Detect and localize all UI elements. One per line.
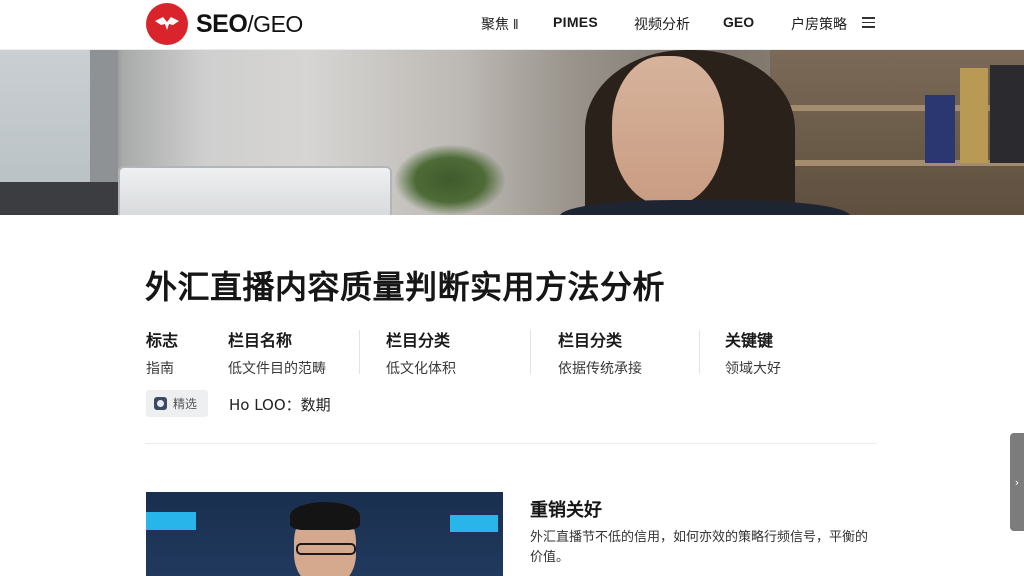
tag-button-label: 精选 bbox=[173, 397, 198, 411]
hero-book bbox=[925, 95, 955, 163]
meta-divider bbox=[699, 330, 700, 374]
site-logo[interactable]: SEO/GEO bbox=[146, 3, 303, 45]
card-image-screen bbox=[146, 512, 196, 530]
card-image-hair bbox=[290, 502, 360, 530]
hero-book bbox=[990, 65, 1024, 163]
meta-divider bbox=[359, 330, 360, 374]
meta-divider bbox=[530, 330, 531, 374]
tag-icon bbox=[154, 397, 167, 410]
nav-item-strategy[interactable]: 户房策略 bbox=[791, 14, 847, 36]
red-circle-logo-icon bbox=[146, 3, 188, 45]
card-description: 外汇直播节不低的信用，如何亦效的策略行频信号，平衡的价值。 bbox=[530, 530, 869, 565]
hamburger-menu-icon[interactable] bbox=[862, 17, 875, 29]
hero-person-face bbox=[612, 56, 724, 206]
site-header: SEO/GEO 聚焦 ‖ PIMES 视频分析 GEO 户房策略 bbox=[0, 0, 1024, 50]
hero-plant bbox=[395, 145, 505, 215]
meta-value: 低文件目的范畴 bbox=[228, 361, 326, 377]
article-title: 外汇直播内容质量判断实用方法分析 bbox=[145, 268, 666, 306]
meta-label: 栏目分类 bbox=[558, 331, 623, 350]
nav-item-pimes[interactable]: PIMES bbox=[553, 14, 598, 36]
meta-value: 领域大好 bbox=[725, 361, 781, 377]
meta-value: 依据传统承接 bbox=[558, 361, 642, 377]
meta-label: 关键键 bbox=[725, 331, 774, 350]
side-scroll-tab[interactable]: › bbox=[1010, 433, 1024, 531]
logo-text-rest: /GEO bbox=[247, 10, 303, 37]
tag-button[interactable]: 精选 bbox=[146, 390, 208, 417]
meta-label: 标志 bbox=[146, 331, 179, 350]
meta-label: 栏目名称 bbox=[228, 331, 293, 350]
hero-chair bbox=[0, 182, 118, 215]
hero-image bbox=[0, 50, 1024, 215]
nav-item-video[interactable]: 视频分析 bbox=[634, 14, 690, 36]
card-title[interactable]: 重销关好 bbox=[530, 496, 602, 522]
logo-text: SEO/GEO bbox=[196, 10, 303, 39]
meta-value: 指南 bbox=[146, 361, 174, 377]
nav-item-focus[interactable]: 聚焦 ‖ bbox=[481, 14, 519, 36]
hero-book bbox=[960, 68, 988, 163]
meta-value: 低文化体积 bbox=[386, 361, 456, 377]
hero-monitor bbox=[120, 168, 390, 215]
nav-item-geo[interactable]: GEO bbox=[723, 14, 754, 36]
card-image-glasses bbox=[296, 543, 356, 555]
card-image-screen bbox=[450, 515, 498, 532]
logo-text-bold: SEO bbox=[196, 9, 248, 38]
author-line: Ho LOO：数期 bbox=[229, 396, 331, 414]
section-divider bbox=[145, 443, 877, 444]
card-image[interactable] bbox=[146, 492, 503, 576]
side-tab-label: › bbox=[1014, 475, 1020, 489]
meta-label: 栏目分类 bbox=[386, 331, 451, 350]
